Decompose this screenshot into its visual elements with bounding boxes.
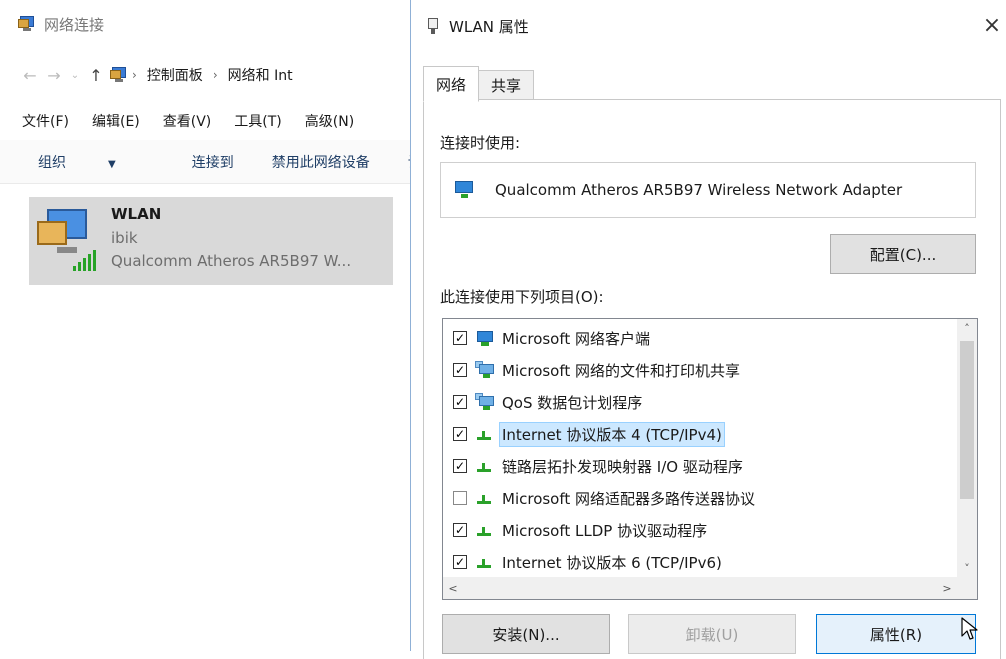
connect-using-label: 连接时使用:	[440, 134, 521, 152]
forward-arrow-icon[interactable]: →	[42, 66, 66, 85]
command-bar: 组织▼ 连接到 禁用此网络设备 诊	[0, 140, 422, 184]
protocol-icon	[475, 521, 495, 539]
wlan-connection-item[interactable]: WLAN ibik Qualcomm Atheros AR5B97 W...	[29, 197, 393, 285]
adapter-name: Qualcomm Atheros AR5B97 Wireless Network…	[495, 181, 903, 199]
menu-advanced[interactable]: 高级(N)	[305, 111, 354, 131]
protocol-icon	[475, 489, 495, 507]
checkbox-lltd-mapper[interactable]: ✓	[453, 459, 467, 473]
scroll-down-arrow-icon[interactable]: ˅	[957, 559, 977, 577]
vertical-scrollbar[interactable]: ˄ ˅	[957, 319, 977, 577]
organize-label: 组织	[38, 154, 66, 171]
connection-ssid: ibik	[111, 229, 138, 247]
list-item-lldp[interactable]: ✓ Microsoft LLDP 协议驱动程序	[443, 515, 957, 545]
explorer-title-bar: 网络连接	[18, 12, 104, 36]
protocol-icon	[475, 553, 495, 571]
scroll-right-arrow-icon[interactable]: >	[937, 577, 957, 599]
dialog-title: WLAN 属性	[449, 17, 529, 36]
explorer-title: 网络连接	[44, 15, 105, 34]
list-item-file-printer-sharing[interactable]: ✓ Microsoft 网络的文件和打印机共享	[443, 355, 957, 385]
connection-items-list[interactable]: ✓ Microsoft 网络客户端 ✓ Microsoft 网络的文件和打印机共…	[442, 318, 978, 600]
breadcrumb-separator-icon: ›	[132, 68, 137, 82]
tab-network[interactable]: 网络	[423, 66, 480, 102]
item-label: Microsoft 网络适配器多路传送器协议	[502, 489, 756, 508]
disable-device-button[interactable]: 禁用此网络设备	[272, 152, 370, 172]
list-item-lltd-mapper[interactable]: ✓ 链路层拓扑发现映射器 I/O 驱动程序	[443, 451, 957, 481]
dropdown-arrow-icon: ▼	[108, 158, 116, 170]
vertical-scroll-thumb[interactable]	[960, 341, 974, 499]
address-bar: ← → ⌄ ↑ › 控制面板 › 网络和 Int	[18, 62, 299, 88]
network-connections-window: 网络连接 ← → ⌄ ↑ › 控制面板 › 网络和 Int 文件(F) 编辑(E…	[0, 0, 422, 651]
list-item-ms-client[interactable]: ✓ Microsoft 网络客户端	[443, 323, 957, 353]
mouse-cursor-icon	[961, 617, 978, 640]
install-button[interactable]: 安装(N)...	[442, 614, 610, 654]
items-label: 此连接使用下列项目(O):	[440, 288, 604, 306]
list-item-multiplexor[interactable]: Microsoft 网络适配器多路传送器协议	[443, 483, 957, 513]
wireless-adapter-icon	[37, 207, 101, 271]
recent-locations-chevron-icon[interactable]: ⌄	[66, 70, 84, 81]
item-label: Microsoft LLDP 协议驱动程序	[502, 521, 708, 540]
qos-scheduler-icon	[475, 393, 495, 411]
close-button[interactable]: ×	[979, 10, 1005, 40]
menu-tools[interactable]: 工具(T)	[234, 111, 281, 131]
breadcrumb-control-panel[interactable]: 控制面板	[147, 65, 203, 85]
checkbox-ipv4[interactable]: ✓	[453, 427, 467, 441]
connect-to-button[interactable]: 连接到	[192, 152, 234, 172]
checkbox-qos[interactable]: ✓	[453, 395, 467, 409]
menu-edit[interactable]: 编辑(E)	[92, 111, 140, 131]
item-label: Microsoft 网络客户端	[502, 329, 651, 348]
checkbox-lldp[interactable]: ✓	[453, 523, 467, 537]
tab-sharing[interactable]: 共享	[478, 70, 535, 100]
scroll-up-arrow-icon[interactable]: ˄	[957, 319, 977, 337]
properties-button[interactable]: 属性(R)	[816, 614, 976, 654]
back-arrow-icon[interactable]: ←	[18, 66, 42, 85]
control-panel-icon	[110, 67, 128, 83]
up-arrow-icon[interactable]: ↑	[84, 66, 108, 85]
checkbox-file-printer-sharing[interactable]: ✓	[453, 363, 467, 377]
uninstall-button[interactable]: 卸载(U)	[628, 614, 796, 654]
list-rows: ✓ Microsoft 网络客户端 ✓ Microsoft 网络的文件和打印机共…	[443, 319, 957, 577]
checkbox-ipv6[interactable]: ✓	[453, 555, 467, 569]
tab-strip: 网络 共享	[423, 66, 535, 102]
configure-button[interactable]: 配置(C)...	[830, 234, 976, 274]
network-connections-icon	[18, 16, 36, 32]
protocol-icon	[475, 457, 495, 475]
signal-strength-icon	[73, 249, 101, 271]
checkbox-multiplexor[interactable]	[453, 491, 467, 505]
protocol-icon	[475, 425, 495, 443]
network-client-icon	[475, 329, 495, 347]
item-label: Internet 协议版本 6 (TCP/IPv6)	[502, 553, 722, 572]
connection-adapter: Qualcomm Atheros AR5B97 W...	[111, 252, 352, 270]
horizontal-scrollbar[interactable]: < >	[443, 577, 957, 599]
menu-file[interactable]: 文件(F)	[22, 111, 69, 131]
file-printer-sharing-icon	[475, 361, 495, 379]
menu-view[interactable]: 查看(V)	[163, 111, 212, 131]
item-label: QoS 数据包计划程序	[502, 393, 643, 412]
list-item-ipv6[interactable]: ✓ Internet 协议版本 6 (TCP/IPv6)	[443, 547, 957, 577]
breadcrumb-network-internet[interactable]: 网络和 Int	[228, 65, 293, 85]
adapter-display: Qualcomm Atheros AR5B97 Wireless Network…	[440, 162, 976, 218]
item-label: 链路层拓扑发现映射器 I/O 驱动程序	[502, 457, 743, 476]
list-item-ipv4[interactable]: ✓ Internet 协议版本 4 (TCP/IPv4)	[443, 419, 957, 449]
adapter-monitor-icon	[455, 181, 475, 199]
organize-button[interactable]: 组织 ▼	[38, 152, 154, 172]
list-item-qos[interactable]: ✓ QoS 数据包计划程序	[443, 387, 957, 417]
item-label: Microsoft 网络的文件和打印机共享	[502, 361, 741, 380]
item-label: Internet 协议版本 4 (TCP/IPv4)	[499, 421, 725, 447]
breadcrumb-separator-icon: ›	[212, 68, 218, 82]
scroll-left-arrow-icon[interactable]: <	[443, 577, 463, 599]
checkbox-ms-client[interactable]: ✓	[453, 331, 467, 345]
connection-name: WLAN	[111, 205, 162, 223]
dialog-title-bar: WLAN 属性	[427, 14, 529, 38]
scrollbar-corner	[957, 577, 977, 599]
network-adapter-icon	[427, 18, 439, 34]
menu-bar: 文件(F) 编辑(E) 查看(V) 工具(T) 高级(N)	[22, 111, 377, 131]
